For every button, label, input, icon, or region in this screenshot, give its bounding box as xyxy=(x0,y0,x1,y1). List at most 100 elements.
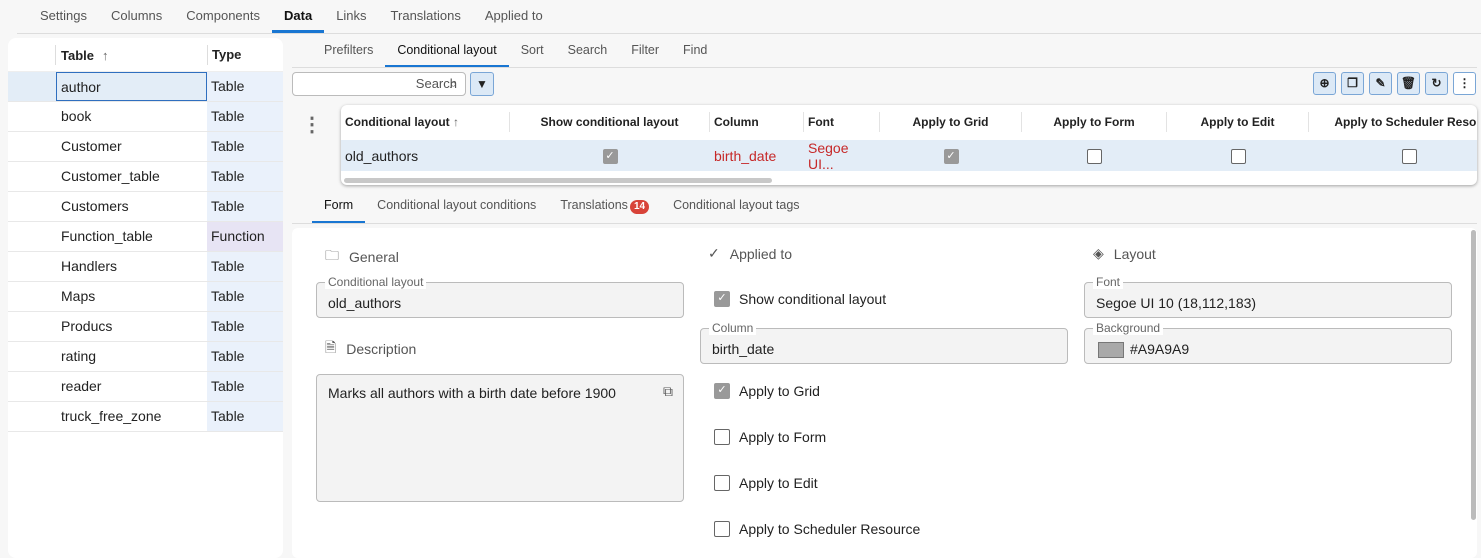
show-conditional-layout-checkbox[interactable]: ✓ Show conditional layout xyxy=(714,291,886,307)
more-button[interactable]: ⋮ xyxy=(1453,72,1476,95)
table-name: Function_table xyxy=(61,228,153,244)
table-type: Table xyxy=(207,162,283,191)
refresh-button[interactable]: ↻ xyxy=(1425,72,1448,95)
tab-links[interactable]: Links xyxy=(324,0,378,33)
tab-form[interactable]: Form xyxy=(312,193,366,223)
table-header: Table ↑ Type xyxy=(8,38,283,72)
refresh-icon: ↻ xyxy=(1431,76,1442,90)
tab-columns[interactable]: Columns xyxy=(99,0,174,33)
tab-translations[interactable]: Translations xyxy=(379,0,473,33)
field-value: Segoe UI 10 (18,112,183) xyxy=(1096,295,1257,311)
list-item[interactable]: Handlers Table xyxy=(8,252,283,282)
tab-conditional-layout[interactable]: Conditional layout xyxy=(385,38,509,67)
checkbox[interactable] xyxy=(714,429,730,445)
header-conditional-layout[interactable]: Conditional layout ↑ xyxy=(341,112,510,132)
vertical-scrollbar[interactable] xyxy=(1471,230,1476,520)
delete-button[interactable]: 🗑 xyxy=(1397,72,1420,95)
field-label: Font xyxy=(1093,275,1124,289)
list-item[interactable]: Maps Table xyxy=(8,282,283,312)
checkbox[interactable] xyxy=(1230,148,1246,164)
header-apply-grid[interactable]: Apply to Grid xyxy=(880,112,1022,132)
color-swatch[interactable] xyxy=(1098,342,1124,359)
description-textarea[interactable]: Marks all authors with a birth date befo… xyxy=(316,374,684,502)
tab-sort[interactable]: Sort xyxy=(509,38,556,67)
list-item[interactable]: Function_table Function xyxy=(8,222,283,252)
grid-header: Conditional layout ↑ Show conditional la… xyxy=(341,105,1477,139)
cell-edit[interactable] xyxy=(1167,147,1309,164)
expand-search-icon[interactable]: ⧉ xyxy=(663,383,673,400)
conditional-layout-field[interactable]: Conditional layout old_authors xyxy=(316,275,684,318)
add-button[interactable]: ⊕ xyxy=(1313,72,1336,95)
list-item[interactable]: Customer Table xyxy=(8,132,283,162)
row-menu-icon[interactable]: ⋮ xyxy=(302,112,322,137)
tab-prefilters[interactable]: Prefilters xyxy=(312,38,385,67)
checkbox-checked[interactable]: ✓ xyxy=(714,383,730,399)
search-input[interactable]: Search ⌕ xyxy=(292,72,466,96)
tab-find[interactable]: Find xyxy=(671,38,719,67)
header-label: Conditional layout xyxy=(345,115,450,129)
tab-applied-to[interactable]: Applied to xyxy=(473,0,555,33)
header-column[interactable]: Column xyxy=(710,112,804,132)
section-applied-to: ✓ Applied to xyxy=(708,245,792,262)
table-name: truck_free_zone xyxy=(61,408,162,424)
cell-scheduler[interactable] xyxy=(1309,147,1477,164)
tab-translations[interactable]: Translations 14 xyxy=(548,193,661,223)
font-field[interactable]: Font Segoe UI 10 (18,112,183) xyxy=(1084,275,1452,318)
list-item[interactable]: rating Table xyxy=(8,342,283,372)
background-field[interactable]: Background #A9A9A9 xyxy=(1084,321,1452,364)
header-apply-edit[interactable]: Apply to Edit xyxy=(1167,112,1309,132)
table-name: Handlers xyxy=(61,258,118,274)
table-name: Customer_table xyxy=(61,168,160,184)
apply-scheduler-checkbox[interactable]: Apply to Scheduler Resource xyxy=(714,521,920,537)
section-title: Description xyxy=(346,341,417,357)
checkbox[interactable] xyxy=(1401,148,1417,164)
tab-tags[interactable]: Conditional layout tags xyxy=(661,193,811,223)
header-font[interactable]: Font xyxy=(804,112,880,132)
checkbox-checked[interactable]: ✓ xyxy=(602,148,618,164)
checkbox-checked[interactable]: ✓ xyxy=(943,148,959,164)
conditional-layout-grid: Conditional layout ↑ Show conditional la… xyxy=(341,105,1477,185)
apply-grid-checkbox[interactable]: ✓ Apply to Grid xyxy=(714,383,820,399)
field-label: Background xyxy=(1093,321,1164,335)
tab-search[interactable]: Search xyxy=(556,38,620,67)
edit-button[interactable]: ✎ xyxy=(1369,72,1392,95)
list-item[interactable]: Customers Table xyxy=(8,192,283,222)
checkbox[interactable] xyxy=(714,521,730,537)
cell-form[interactable] xyxy=(1022,147,1167,164)
apply-form-checkbox[interactable]: Apply to Form xyxy=(714,429,826,445)
header-apply-scheduler[interactable]: Apply to Scheduler Resou xyxy=(1309,112,1477,132)
list-item[interactable]: Producs Table xyxy=(8,312,283,342)
checkbox-label: Apply to Grid xyxy=(739,383,820,399)
list-item[interactable]: truck_free_zone Table xyxy=(8,402,283,432)
header-show[interactable]: Show conditional layout xyxy=(510,112,710,132)
list-item[interactable]: author Table xyxy=(8,72,283,102)
cell-show[interactable]: ✓ xyxy=(510,147,710,164)
field-label: Conditional layout xyxy=(325,275,427,289)
field-value: old_authors xyxy=(328,295,402,311)
tab-data[interactable]: Data xyxy=(272,0,325,33)
checkbox[interactable] xyxy=(1087,148,1102,164)
tab-filter[interactable]: Filter xyxy=(619,38,671,67)
tab-components[interactable]: Components xyxy=(174,0,272,33)
copy-button[interactable]: ❐ xyxy=(1341,72,1364,95)
column-header-table[interactable]: Table ↑ xyxy=(55,45,207,65)
column-header-type[interactable]: Type xyxy=(207,45,283,65)
column-field[interactable]: Column birth_date xyxy=(700,321,1068,364)
table-name: book xyxy=(61,108,92,124)
list-item[interactable]: book Table xyxy=(8,102,283,132)
tab-conditions[interactable]: Conditional layout conditions xyxy=(365,193,548,223)
tab-settings[interactable]: Settings xyxy=(28,0,99,33)
list-item[interactable]: reader Table xyxy=(8,372,283,402)
checkbox-label: Apply to Scheduler Resource xyxy=(739,521,921,537)
apply-edit-checkbox[interactable]: Apply to Edit xyxy=(714,475,818,491)
checkbox[interactable] xyxy=(714,475,730,491)
checkbox-checked[interactable]: ✓ xyxy=(714,291,730,307)
cell-grid[interactable]: ✓ xyxy=(880,147,1022,164)
checkbox-label: Apply to Edit xyxy=(739,475,818,491)
filter-button[interactable]: ▼ xyxy=(470,72,494,96)
horizontal-scrollbar[interactable] xyxy=(344,178,772,183)
list-item[interactable]: Customer_table Table xyxy=(8,162,283,192)
header-apply-form[interactable]: Apply to Form xyxy=(1022,112,1167,132)
divider xyxy=(292,223,1477,224)
table-row[interactable]: old_authors ✓ birth_date Segoe UI... ✓ xyxy=(341,140,1477,172)
